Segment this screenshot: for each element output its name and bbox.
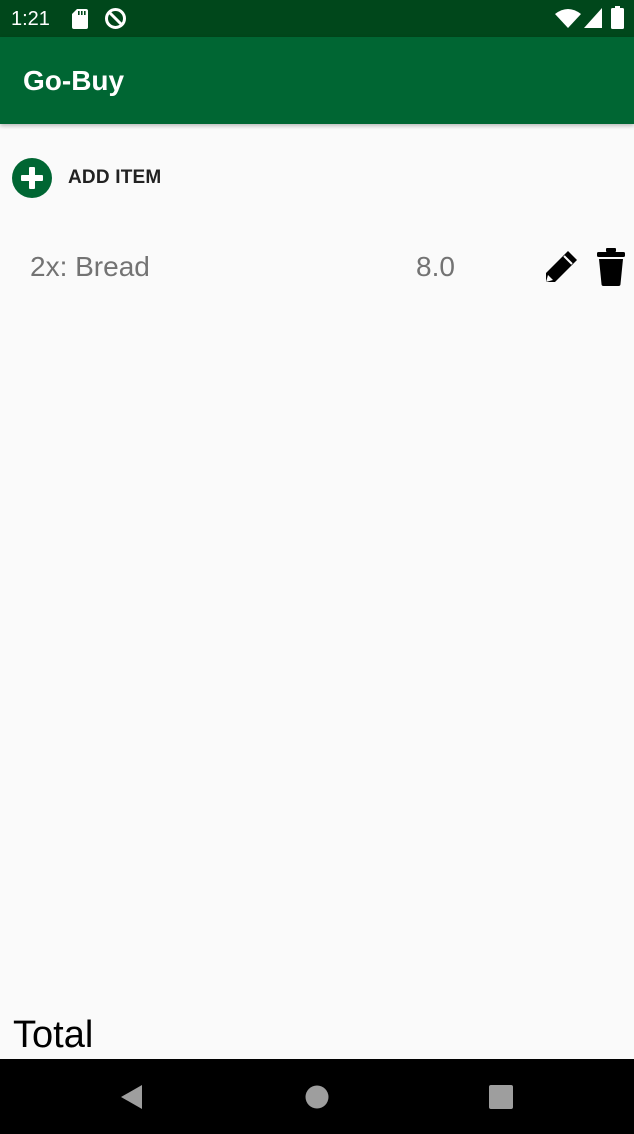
add-item-label: ADD ITEM	[68, 167, 162, 188]
status-bar: 1:21	[0, 0, 634, 37]
add-circle-icon	[12, 158, 52, 198]
battery-icon	[611, 6, 624, 29]
wifi-icon	[555, 9, 581, 28]
item-price: 8.0	[416, 251, 455, 282]
recents-icon[interactable]	[489, 1085, 513, 1109]
data-saver-icon	[105, 8, 126, 29]
edit-button[interactable]	[542, 248, 580, 286]
sd-card-icon	[72, 9, 88, 29]
item-name: 2x: Bread	[30, 251, 150, 282]
nav-bar	[0, 1059, 634, 1134]
delete-button[interactable]	[596, 248, 626, 286]
back-icon[interactable]	[120, 1084, 144, 1110]
trash-icon	[597, 248, 625, 286]
app-title: Go-Buy	[23, 65, 125, 96]
app-bar: Go-Buy	[0, 37, 634, 124]
home-icon[interactable]	[305, 1085, 329, 1109]
total-label: Total	[13, 1014, 94, 1056]
add-item-button[interactable]: ADD ITEM	[12, 158, 192, 198]
list-item: 2x: Bread 8.0	[0, 232, 634, 302]
pencil-icon	[546, 251, 577, 282]
status-time: 1:21	[11, 8, 50, 30]
signal-icon	[584, 8, 602, 28]
